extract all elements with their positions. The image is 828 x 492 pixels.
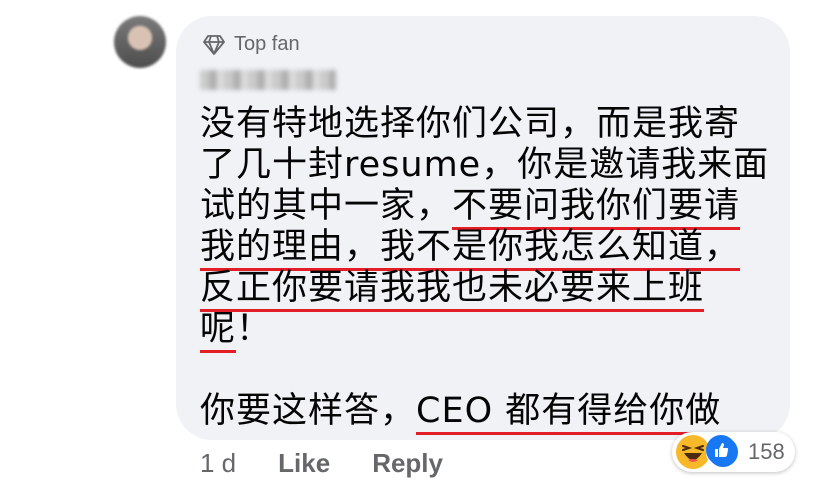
reaction-summary[interactable]: 158 xyxy=(672,432,795,472)
comment-line-4: 我的理由，我不是你我怎么知道， xyxy=(200,227,741,271)
underlined-text: 反正你要请我我也未必要来上班 xyxy=(200,268,705,312)
underlined-text: 不要问我你们要请 xyxy=(452,186,741,230)
comment-line-2: 了几十封resume，你是邀请我来面 xyxy=(200,145,769,185)
underlined-text: 呢 xyxy=(200,309,237,353)
comment-text: ！ xyxy=(236,309,273,349)
comment-text: 试的其中一家， xyxy=(200,186,453,226)
diamond-icon xyxy=(203,34,225,55)
comment-text: 了几十封resume，你是邀请我来面 xyxy=(200,145,770,185)
comment-line-7: 你要这样答，CEO 都有得给你做 xyxy=(200,391,722,435)
reply-button[interactable]: Reply xyxy=(372,448,443,479)
underlined-text: 我的理由，我不是你我怎么知道， xyxy=(200,227,741,271)
comment-bubble: Top fan 没有特地选择你们公司，而是我寄 了几十封resume，你是邀请我… xyxy=(176,16,790,440)
comment-line-1: 没有特地选择你们公司，而是我寄 xyxy=(200,104,740,144)
comment-actions: 1 d Like Reply xyxy=(200,448,443,479)
comment-text: 你要这样答， xyxy=(200,391,417,431)
commenter-avatar[interactable] xyxy=(114,16,166,68)
commenter-name-blurred[interactable] xyxy=(200,70,336,90)
comment-line-3: 试的其中一家，不要问我你们要请 xyxy=(200,186,741,230)
badge-label: Top fan xyxy=(234,33,300,55)
underlined-text: CEO 都有得给你做 xyxy=(416,391,722,435)
comment-timestamp[interactable]: 1 d xyxy=(200,448,236,479)
comment-line-6: 呢！ xyxy=(200,309,273,353)
comment-text: 没有特地选择你们公司，而是我寄 xyxy=(200,104,741,144)
like-button[interactable]: Like xyxy=(278,448,330,479)
comment-line-5: 反正你要请我我也未必要来上班 xyxy=(200,268,705,312)
reaction-count: 158 xyxy=(748,439,785,464)
like-icon xyxy=(706,435,740,469)
top-fan-badge: Top fan xyxy=(202,33,300,56)
haha-icon xyxy=(676,435,710,469)
